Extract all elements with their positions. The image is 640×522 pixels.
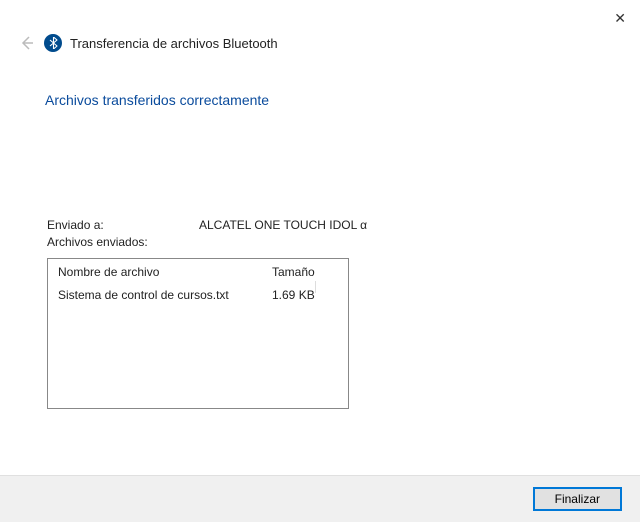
transfer-info: Enviado a: ALCATEL ONE TOUCH IDOL α Arch… [0, 108, 640, 252]
file-size-cell: 1.69 KB [272, 288, 338, 302]
window-title: Transferencia de archivos Bluetooth [70, 36, 278, 51]
files-sent-label: Archivos enviados: [47, 235, 199, 249]
dialog-footer: Finalizar [0, 475, 640, 522]
file-name-cell: Sistema de control de cursos.txt [58, 288, 272, 302]
sent-to-label: Enviado a: [47, 218, 199, 232]
file-table: Nombre de archivo Tamaño Sistema de cont… [47, 258, 349, 409]
window-header: Transferencia de archivos Bluetooth [0, 0, 640, 52]
table-header-row: Nombre de archivo Tamaño [48, 259, 348, 283]
bluetooth-icon [44, 34, 62, 52]
column-divider [315, 281, 316, 293]
status-subtitle: Archivos transferidos correctamente [0, 52, 640, 108]
column-header-name[interactable]: Nombre de archivo [58, 265, 272, 279]
table-row[interactable]: Sistema de control de cursos.txt 1.69 KB [48, 283, 348, 304]
sent-to-value: ALCATEL ONE TOUCH IDOL α [199, 218, 367, 232]
finish-button[interactable]: Finalizar [533, 487, 622, 511]
back-arrow-icon[interactable] [18, 34, 36, 52]
column-header-size[interactable]: Tamaño [272, 265, 338, 279]
close-button[interactable]: ✕ [614, 10, 626, 27]
